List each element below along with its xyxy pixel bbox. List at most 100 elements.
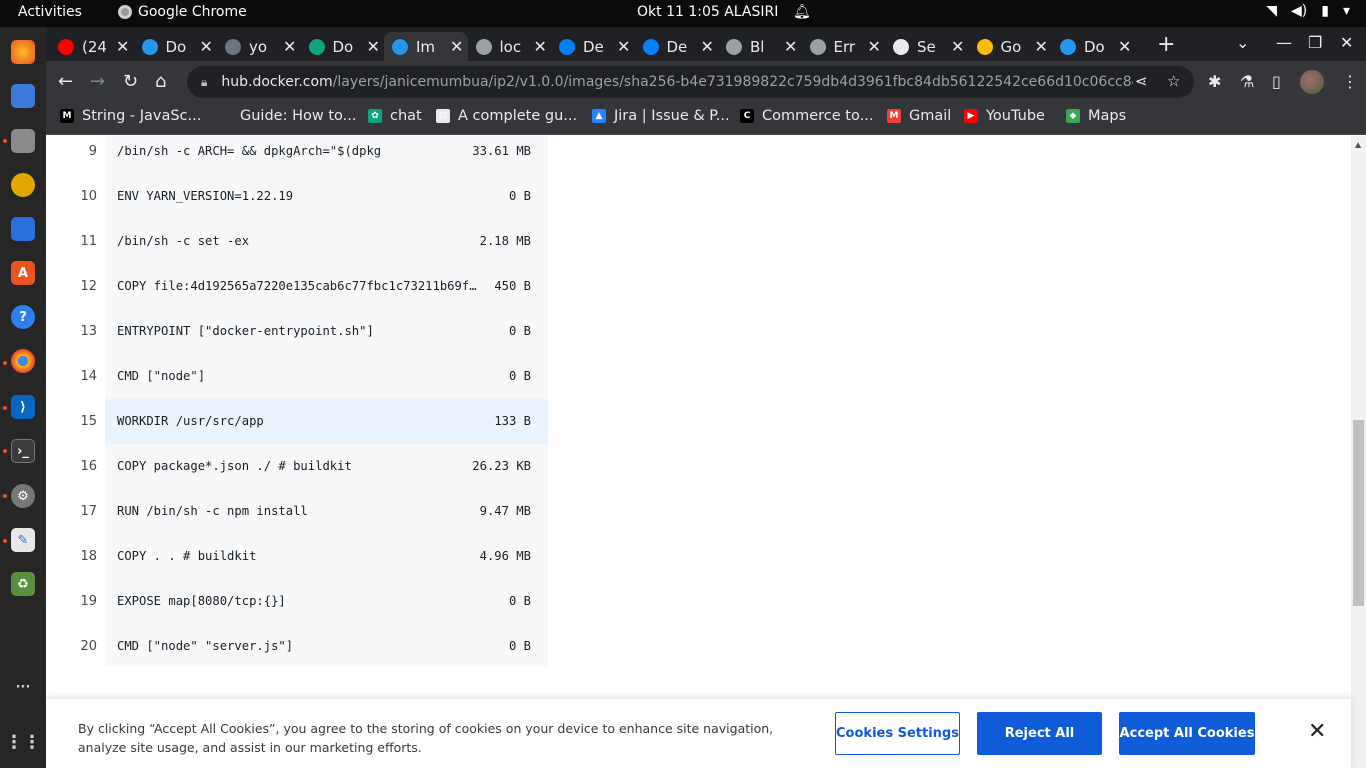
terminal-icon[interactable]: ›_ [11, 439, 35, 463]
bookmark-item[interactable]: ◆ Maps [1066, 108, 1126, 124]
bookmark-item[interactable]: ✿ chat [368, 108, 422, 124]
tab-close-icon[interactable]: ✕ [701, 37, 714, 56]
address-bar[interactable]: 🔒︎ hub.docker.com/layers/janicemumbua/ip… [187, 66, 1194, 98]
tab-title: loc [499, 37, 522, 56]
browser-tab[interactable]: loc ✕ [468, 32, 552, 61]
tab-close-icon[interactable]: ✕ [283, 37, 296, 56]
system-tray[interactable]: ◥ ◀) ▮ ▾ [1266, 3, 1350, 19]
browser-tab[interactable]: Se ✕ [885, 32, 969, 61]
layer-size: 0 B [508, 189, 531, 203]
share-icon[interactable]: ⋖ [1135, 72, 1148, 90]
tab-close-icon[interactable]: ✕ [617, 37, 630, 56]
layer-row[interactable]: 17 RUN /bin/sh -c npm install 9.47 MB [80, 489, 548, 534]
bookmark-star-icon[interactable]: ☆ [1167, 72, 1180, 90]
browser-tab[interactable]: yo ✕ [217, 32, 301, 61]
bookmark-item[interactable]: M Gmail [887, 108, 951, 124]
browser-tab[interactable]: Do ✕ [1052, 32, 1136, 61]
tab-close-icon[interactable]: ✕ [784, 37, 797, 56]
browser-tab[interactable]: Bl ✕ [718, 32, 802, 61]
tab-close-icon[interactable]: ✕ [868, 37, 881, 56]
layer-row[interactable]: 19 EXPOSE map[8080/tcp:{}] 0 B [80, 579, 548, 624]
close-window-icon[interactable]: ✕ [1340, 33, 1353, 52]
doc-icon: ▤ [436, 109, 450, 123]
browser-tab[interactable]: Im ✕ [384, 32, 468, 61]
firefox-icon[interactable] [11, 40, 35, 64]
bookmark-item[interactable]: Guide: How to... [218, 108, 356, 124]
home-icon[interactable]: ⌂ [155, 71, 166, 92]
cookies-settings-button[interactable]: Cookies Settings [835, 712, 960, 755]
layer-row[interactable]: 18 COPY . . # buildkit 4.96 MB [80, 534, 548, 579]
tab-close-icon[interactable]: ✕ [367, 37, 380, 56]
bookmark-item[interactable]: ▲ Jira | Issue & P... [592, 108, 730, 124]
vscode-icon[interactable]: ⟩ [11, 395, 35, 419]
text-editor-icon[interactable]: ✎ [11, 528, 35, 552]
extensions-icon[interactable]: ✱ [1208, 72, 1221, 91]
maximize-icon[interactable]: ❐ [1308, 33, 1322, 52]
clock[interactable]: Okt 11 1:05 ALASIRI [637, 4, 778, 20]
layer-row[interactable]: 15 WORKDIR /usr/src/app 133 B [80, 399, 548, 444]
more-dots-icon[interactable]: ··· [11, 675, 35, 699]
tab-close-icon[interactable]: ✕ [1035, 37, 1048, 56]
thunderbird-icon[interactable] [11, 84, 35, 108]
tab-close-icon[interactable]: ✕ [116, 37, 129, 56]
scrollbar-thumb[interactable] [1353, 420, 1364, 606]
browser-tab[interactable]: (24 ✕ [50, 32, 134, 61]
close-icon[interactable]: ✕ [1308, 719, 1326, 744]
trash-icon[interactable]: ♻ [11, 572, 35, 596]
browser-tab[interactable]: Go ✕ [969, 32, 1053, 61]
browser-tab[interactable]: Do ✕ [301, 32, 385, 61]
activities-button[interactable]: Activities [18, 4, 82, 20]
tab-close-icon[interactable]: ✕ [200, 37, 213, 56]
layer-command: ENV YARN_VERSION=1.22.19 [117, 189, 294, 203]
writer-icon[interactable] [11, 217, 35, 241]
forward-icon[interactable]: → [90, 71, 105, 92]
layer-command: RUN /bin/sh -c npm install [117, 504, 308, 518]
bookmark-item[interactable]: ▤ A complete gu... [436, 108, 577, 124]
layer-row[interactable]: 14 CMD ["node"] 0 B [80, 354, 548, 399]
settings-icon[interactable]: ⚙ [11, 484, 35, 508]
labs-icon[interactable]: ⚗ [1240, 72, 1254, 91]
side-panel-icon[interactable]: ▯ [1272, 72, 1281, 91]
github-icon [225, 38, 241, 55]
tab-search-icon[interactable]: ⌄ [1236, 33, 1249, 52]
tab-close-icon[interactable]: ✕ [1118, 37, 1131, 56]
show-apps-icon[interactable]: ⋮⋮ [5, 730, 41, 754]
profile-avatar[interactable] [1300, 70, 1324, 94]
digitalocean-icon [642, 38, 659, 55]
page-scrollbar[interactable]: ▲ [1351, 136, 1366, 768]
browser-tab[interactable]: Err ✕ [802, 32, 886, 61]
software-icon[interactable]: A [11, 261, 35, 285]
chrome-dock-icon[interactable] [11, 349, 35, 373]
browser-tab[interactable]: Do ✕ [134, 32, 218, 61]
layer-row[interactable]: 20 CMD ["node" "server.js"] 0 B [80, 624, 548, 669]
rhythmbox-icon[interactable] [11, 173, 35, 197]
browser-tab[interactable]: De ✕ [635, 32, 719, 61]
bookmark-item[interactable]: M String - JavaSc... [60, 108, 201, 124]
app-menu[interactable]: Google Chrome [118, 4, 247, 20]
reload-icon[interactable]: ↻ [123, 71, 138, 92]
layer-command: /bin/sh -c set -ex [117, 234, 250, 248]
bookmark-item[interactable]: ▶ YouTube [964, 108, 1045, 124]
tab-close-icon[interactable]: ✕ [534, 37, 547, 56]
layer-row[interactable]: 9/bin/sh -c ARCH= && dpkgArch="$(dpkg 33.… [89, 136, 548, 174]
back-icon[interactable]: ← [58, 71, 73, 92]
layer-row[interactable]: 16 COPY package*.json ./ # buildkit 26.23 … [80, 444, 548, 489]
accept-all-cookies-button[interactable]: Accept All Cookies [1119, 712, 1255, 755]
help-icon[interactable]: ? [11, 305, 35, 329]
reject-all-button[interactable]: Reject All [977, 712, 1102, 755]
lock-icon[interactable]: 🔒︎ [201, 75, 207, 90]
new-tab-button[interactable]: + [1157, 32, 1175, 57]
chrome-menu-icon[interactable]: ⋮ [1342, 72, 1358, 91]
layer-row[interactable]: 13 ENTRYPOINT ["docker-entrypoint.sh"] 0 B [80, 309, 548, 354]
layer-row[interactable]: 11/bin/sh -c set -ex 2.18 MB [80, 219, 548, 264]
tab-close-icon[interactable]: ✕ [450, 37, 463, 56]
browser-tab[interactable]: De ✕ [551, 32, 635, 61]
layer-row[interactable]: 12 COPY file:4d192565a7220e135cab6c77fbc1… [80, 264, 548, 309]
tab-close-icon[interactable]: ✕ [951, 37, 964, 56]
bookmark-item[interactable]: C Commerce to... [740, 108, 873, 124]
layer-command: CMD ["node"] [117, 369, 206, 383]
files-icon[interactable] [11, 129, 35, 153]
scroll-up-icon[interactable]: ▲ [1355, 140, 1361, 149]
minimize-icon[interactable]: — [1276, 33, 1292, 52]
layer-row[interactable]: 10 ENV YARN_VERSION=1.22.19 0 B [80, 174, 548, 219]
